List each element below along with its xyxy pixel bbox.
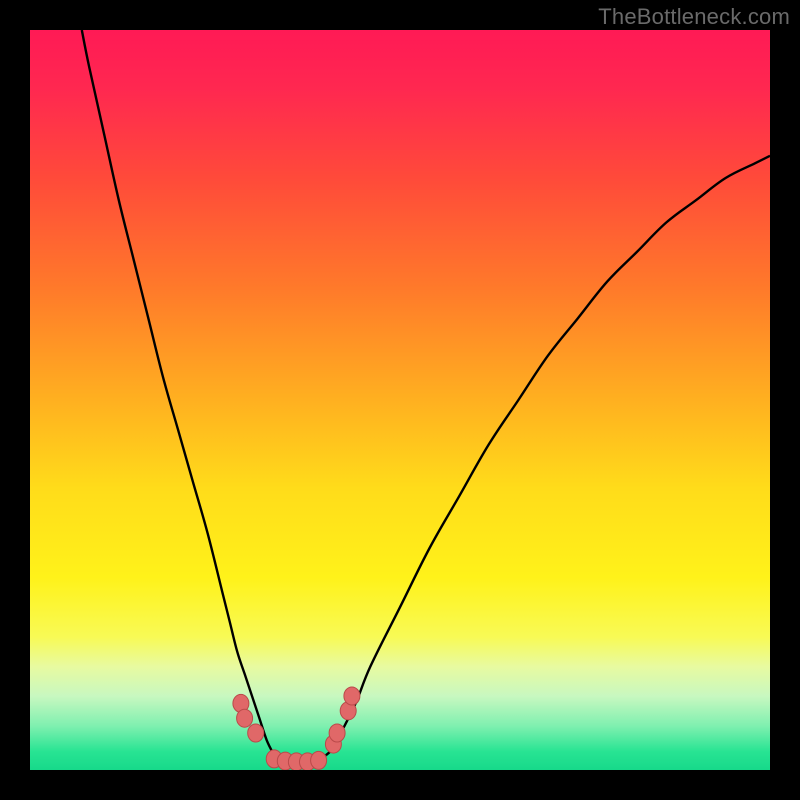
marker-dot (237, 709, 253, 727)
bottleneck-chart (30, 30, 770, 770)
marker-dot (344, 687, 360, 705)
plot-area (30, 30, 770, 770)
gradient-background (30, 30, 770, 770)
marker-dot (311, 751, 327, 769)
watermark-text: TheBottleneck.com (598, 4, 790, 30)
chart-frame: TheBottleneck.com (0, 0, 800, 800)
marker-dot (329, 724, 345, 742)
marker-dot (248, 724, 264, 742)
